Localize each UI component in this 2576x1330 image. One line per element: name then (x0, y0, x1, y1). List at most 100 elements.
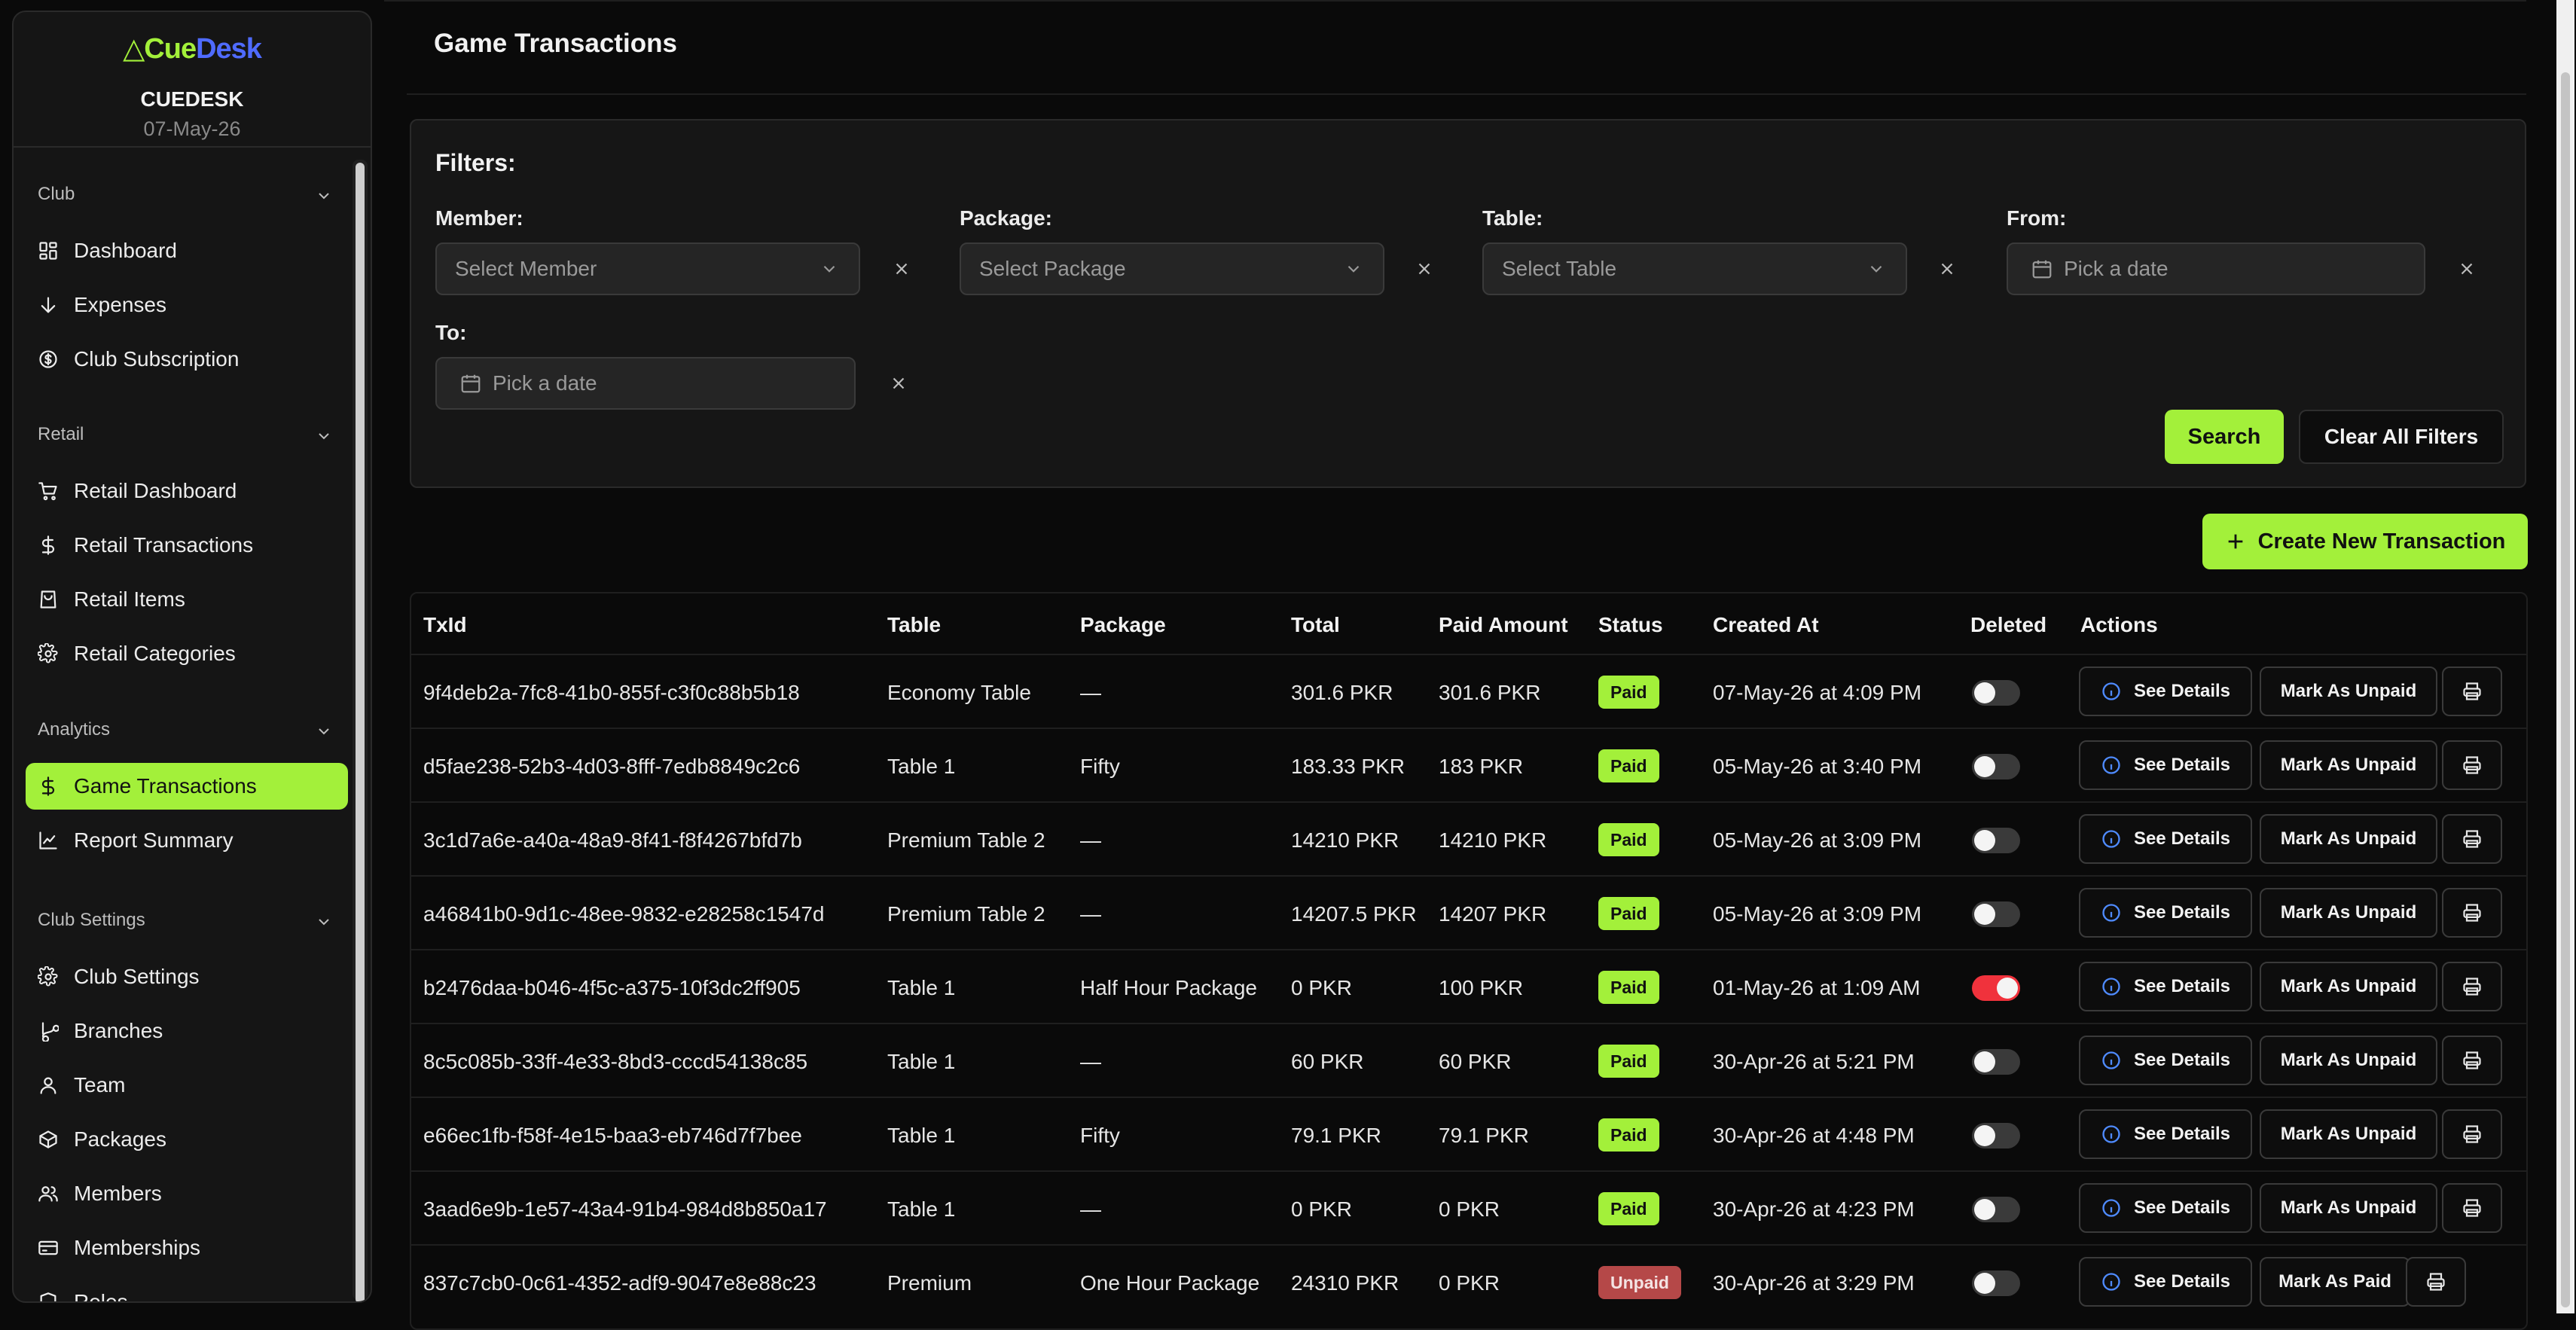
see-details-button[interactable]: See Details (2079, 667, 2252, 716)
print-button[interactable] (2442, 740, 2502, 790)
print-button[interactable] (2442, 1109, 2502, 1159)
sidebar-item-roles[interactable]: Roles (26, 1279, 348, 1301)
table-clear-icon[interactable] (1937, 259, 1957, 279)
sidebar-item-game-transactions[interactable]: Game Transactions (26, 763, 348, 810)
mark-as-unpaid-button[interactable]: Mark As Unpaid (2260, 1183, 2437, 1233)
deleted-toggle[interactable] (1972, 1123, 2020, 1148)
mark-as-unpaid-button[interactable]: Mark As Unpaid (2260, 1036, 2437, 1085)
mark-as-paid-button[interactable]: Mark As Paid (2260, 1257, 2410, 1307)
deleted-toggle[interactable] (1972, 901, 2020, 927)
package-clear-icon[interactable] (1415, 259, 1434, 279)
deleted-toggle[interactable] (1972, 754, 2020, 779)
print-button[interactable] (2406, 1257, 2466, 1307)
card-icon (38, 1237, 59, 1258)
sidebar-item-retail-transactions[interactable]: Retail Transactions (26, 522, 348, 569)
cell-package: — (1080, 902, 1101, 926)
mark-as-unpaid-button[interactable]: Mark As Unpaid (2260, 814, 2437, 864)
status-badge: Paid (1598, 1118, 1659, 1152)
print-button[interactable] (2442, 962, 2502, 1011)
deleted-toggle[interactable] (1972, 680, 2020, 706)
to-date-picker[interactable]: Pick a date (435, 357, 856, 410)
sidebar-group-club-settings[interactable]: Club Settings (38, 910, 333, 940)
create-new-transaction-button[interactable]: Create New Transaction (2202, 514, 2528, 569)
cell-total: 79.1 PKR (1291, 1124, 1381, 1147)
cell-total: 0 PKR (1291, 1197, 1352, 1221)
mark-as-unpaid-button[interactable]: Mark As Unpaid (2260, 962, 2437, 1011)
sidebar-item-retail-items[interactable]: Retail Items (26, 576, 348, 623)
sidebar-group-analytics[interactable]: Analytics (38, 719, 333, 749)
cell-table: Economy Table (887, 681, 1031, 704)
to-clear-icon[interactable] (889, 374, 908, 393)
sidebar-item-label: Memberships (74, 1236, 201, 1259)
top-border (384, 0, 2526, 2)
see-details-button[interactable]: See Details (2079, 888, 2252, 938)
create-new-transaction-label: Create New Transaction (2257, 529, 2506, 554)
deleted-toggle[interactable] (1972, 828, 2020, 853)
see-details-button[interactable]: See Details (2079, 1036, 2252, 1085)
member-select[interactable]: Select Member (435, 243, 860, 295)
cell-package: — (1080, 1050, 1101, 1073)
cell-package: — (1080, 1197, 1101, 1221)
sidebar-item-expenses[interactable]: Expenses (26, 282, 348, 328)
mark-as-unpaid-button[interactable]: Mark As Unpaid (2260, 667, 2437, 716)
sidebar-item-members[interactable]: Members (26, 1170, 348, 1217)
deleted-toggle[interactable] (1972, 1271, 2020, 1296)
gear-icon (38, 966, 59, 987)
search-button[interactable]: Search (2165, 410, 2284, 464)
see-details-button[interactable]: See Details (2079, 1109, 2252, 1159)
mark-as-unpaid-button[interactable]: Mark As Unpaid (2260, 1109, 2437, 1159)
cuedesk-logo[interactable]: △CueDesk (14, 32, 371, 66)
sidebar-item-label: Packages (74, 1127, 166, 1151)
sidebar-item-packages[interactable]: Packages (26, 1116, 348, 1163)
table-row: b2476daa-b046-4f5c-a375-10f3dc2ff905 Tab… (411, 949, 2526, 1024)
sidebar-item-branches[interactable]: Branches (26, 1008, 348, 1054)
sidebar-item-team[interactable]: Team (26, 1062, 348, 1109)
package-select[interactable]: Select Package (960, 243, 1384, 295)
see-details-button[interactable]: See Details (2079, 814, 2252, 864)
page-scrollbar[interactable] (2556, 0, 2574, 1313)
brand-header: △CueDesk CUEDESK 07-May-26 (14, 12, 371, 148)
deleted-toggle[interactable] (1972, 1197, 2020, 1222)
cell-txid: 8c5c085b-33ff-4e33-8bd3-cccd54138c85 (423, 1050, 808, 1073)
table-select[interactable]: Select Table (1482, 243, 1907, 295)
sidebar-scrollbar-thumb[interactable] (356, 163, 365, 1301)
mark-as-unpaid-button[interactable]: Mark As Unpaid (2260, 888, 2437, 938)
member-clear-icon[interactable] (892, 259, 911, 279)
from-date-picker[interactable]: Pick a date (2007, 243, 2425, 295)
sidebar-scrollbar[interactable] (353, 160, 368, 1301)
see-details-button[interactable]: See Details (2079, 962, 2252, 1011)
from-clear-icon[interactable] (2457, 259, 2477, 279)
table-row: 8c5c085b-33ff-4e33-8bd3-cccd54138c85 Tab… (411, 1023, 2526, 1098)
sidebar-item-dashboard[interactable]: Dashboard (26, 227, 348, 274)
sidebar-item-memberships[interactable]: Memberships (26, 1225, 348, 1271)
chevron-down-icon (315, 187, 333, 205)
print-button[interactable] (2442, 667, 2502, 716)
deleted-toggle[interactable] (1972, 1049, 2020, 1075)
toggle-knob (1974, 904, 1995, 925)
sidebar-group-retail[interactable]: Retail (38, 424, 333, 454)
clear-all-filters-button[interactable]: Clear All Filters (2299, 410, 2504, 464)
mark-as-unpaid-button[interactable]: Mark As Unpaid (2260, 740, 2437, 790)
see-details-button[interactable]: See Details (2079, 1183, 2252, 1233)
print-button[interactable] (2442, 888, 2502, 938)
print-button[interactable] (2442, 814, 2502, 864)
cell-txid: a46841b0-9d1c-48ee-9832-e28258c1547d (423, 902, 825, 926)
member-label: Member: (435, 206, 523, 230)
see-details-button[interactable]: See Details (2079, 1257, 2252, 1307)
cell-paid-amount: 0 PKR (1439, 1271, 1500, 1295)
deleted-toggle[interactable] (1972, 975, 2020, 1001)
sidebar-item-label: Retail Categories (74, 642, 236, 665)
sidebar-item-label: Team (74, 1073, 126, 1097)
print-button[interactable] (2442, 1183, 2502, 1233)
page-scrollbar-thumb[interactable] (2561, 72, 2570, 1307)
toggle-knob (1974, 1273, 1995, 1294)
sidebar-item-club-subscription[interactable]: Club Subscription (26, 336, 348, 383)
see-details-button[interactable]: See Details (2079, 740, 2252, 790)
sidebar-item-retail-dashboard[interactable]: Retail Dashboard (26, 468, 348, 514)
cell-total: 301.6 PKR (1291, 681, 1393, 704)
sidebar-item-report-summary[interactable]: Report Summary (26, 817, 348, 864)
sidebar-item-retail-categories[interactable]: Retail Categories (26, 630, 348, 677)
sidebar-group-club[interactable]: Club (38, 184, 333, 214)
print-button[interactable] (2442, 1036, 2502, 1085)
sidebar-item-club-settings[interactable]: Club Settings (26, 953, 348, 1000)
